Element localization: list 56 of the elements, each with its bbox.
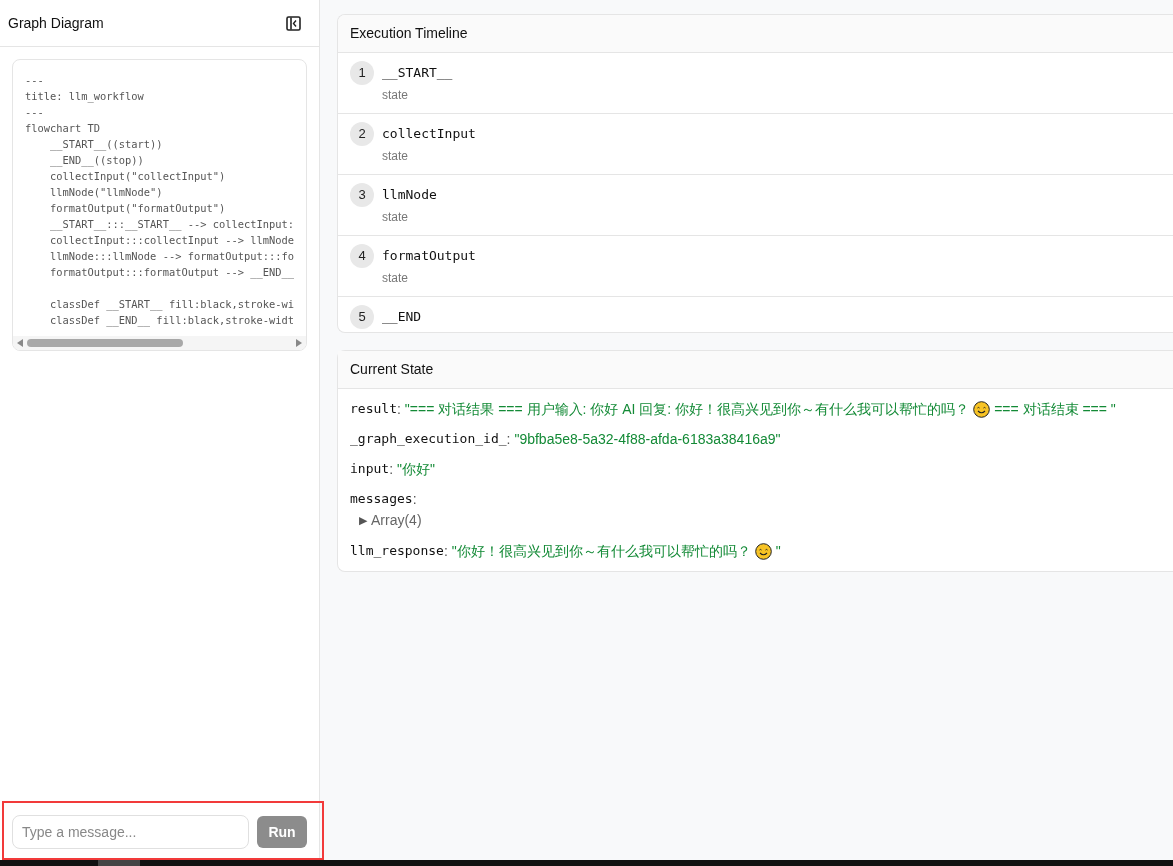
- code-line: flowchart TD: [25, 121, 102, 136]
- step-label: state: [382, 87, 409, 104]
- step-label: state: [382, 148, 409, 165]
- colon: :: [389, 460, 394, 479]
- code-line: classDef __START__ fill:black,stroke-wi: [49, 297, 295, 312]
- step-number: 3: [350, 183, 374, 207]
- sidebar-title: Graph Diagram: [8, 13, 104, 33]
- state-key: messages: [350, 489, 413, 509]
- node-name: collectInput: [382, 125, 476, 143]
- node-name: llmNode: [382, 186, 437, 204]
- string-value: "=== 对话结果 === 用户输入: 你好 AI 回复: 你好！很高兴见到你～有什么我可以帮忙的吗？: [404, 400, 970, 419]
- colon: :: [412, 490, 417, 509]
- step-label: state: [382, 209, 409, 226]
- code-line: ---: [25, 105, 45, 120]
- code-line: llmNode("llmNode"): [49, 185, 164, 200]
- code-line: formatOutput:::formatOutput --> __END__: [49, 265, 295, 280]
- code-line: formatOutput("formatOutput"): [49, 201, 227, 216]
- smiley-icon: [973, 400, 991, 418]
- scroll-left-icon[interactable]: [17, 339, 23, 347]
- state-key: result: [350, 399, 397, 419]
- horizontal-scrollbar[interactable]: [13, 336, 306, 350]
- card-title: Execution Timeline: [350, 24, 468, 43]
- code-line: __START__((start)): [49, 137, 164, 152]
- state-key: _graph_execution_id_: [350, 429, 507, 449]
- node-name: __END: [382, 308, 422, 326]
- array-summary: Array(4): [371, 511, 422, 530]
- code-line: __END__((stop)): [49, 153, 145, 168]
- expand-toggle[interactable]: ▶: [359, 512, 367, 529]
- string-value: "9bfba5e8-5a32-4f88-afda-6183a38416a9": [514, 430, 781, 449]
- colon: :: [443, 542, 448, 561]
- code-line: collectInput("collectInput"): [49, 169, 227, 184]
- string-value: === 对话结束 === ": [994, 400, 1116, 419]
- code-line: collectInput:::collectInput --> llmNode: [49, 233, 295, 248]
- smiley-icon: [754, 542, 772, 560]
- string-value: "你好！很高兴见到你～有什么我可以帮忙的吗？: [451, 542, 751, 561]
- code-line: llmNode:::llmNode --> formatOutput:::fo: [49, 249, 295, 264]
- colon: :: [396, 400, 401, 419]
- card-title: Current State: [350, 360, 434, 379]
- collapse-sidebar-icon[interactable]: [286, 15, 301, 31]
- colon: :: [506, 430, 511, 449]
- node-name: __START__: [382, 64, 453, 82]
- step-number: 1: [350, 61, 374, 85]
- step-number: 2: [350, 122, 374, 146]
- state-key: input: [350, 459, 390, 479]
- state-key: llm_response: [350, 541, 444, 561]
- step-number: 5: [350, 305, 374, 329]
- string-value: "你好": [397, 460, 435, 479]
- string-value: ": [775, 542, 781, 561]
- step-label: state: [382, 270, 409, 287]
- code-line: __START__:::__START__ --> collectInput:: [49, 217, 295, 232]
- code-line: classDef __END__ fill:black,stroke-widt: [49, 313, 295, 328]
- code-line: ---: [25, 73, 45, 88]
- node-name: formatOutput: [382, 247, 476, 265]
- code-line: title: llm_workflow: [25, 89, 145, 104]
- scroll-right-icon[interactable]: [296, 339, 302, 347]
- step-number: 4: [350, 244, 374, 268]
